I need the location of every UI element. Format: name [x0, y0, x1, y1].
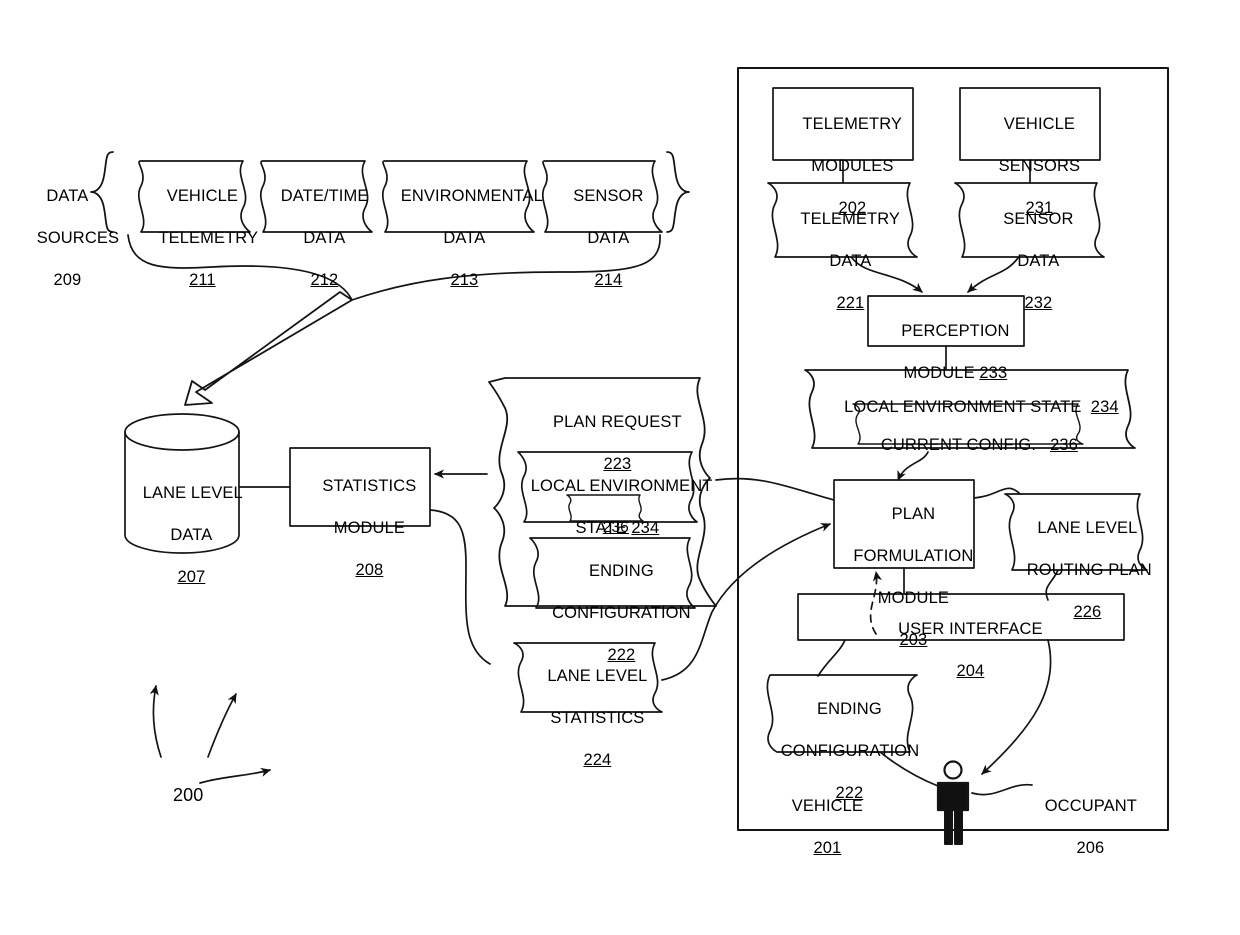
- patent-figure-200: DATA SOURCES 209 VEHICLE TELEMETRY 211 D…: [0, 0, 1240, 935]
- figure-line-art: [90, 67, 1169, 845]
